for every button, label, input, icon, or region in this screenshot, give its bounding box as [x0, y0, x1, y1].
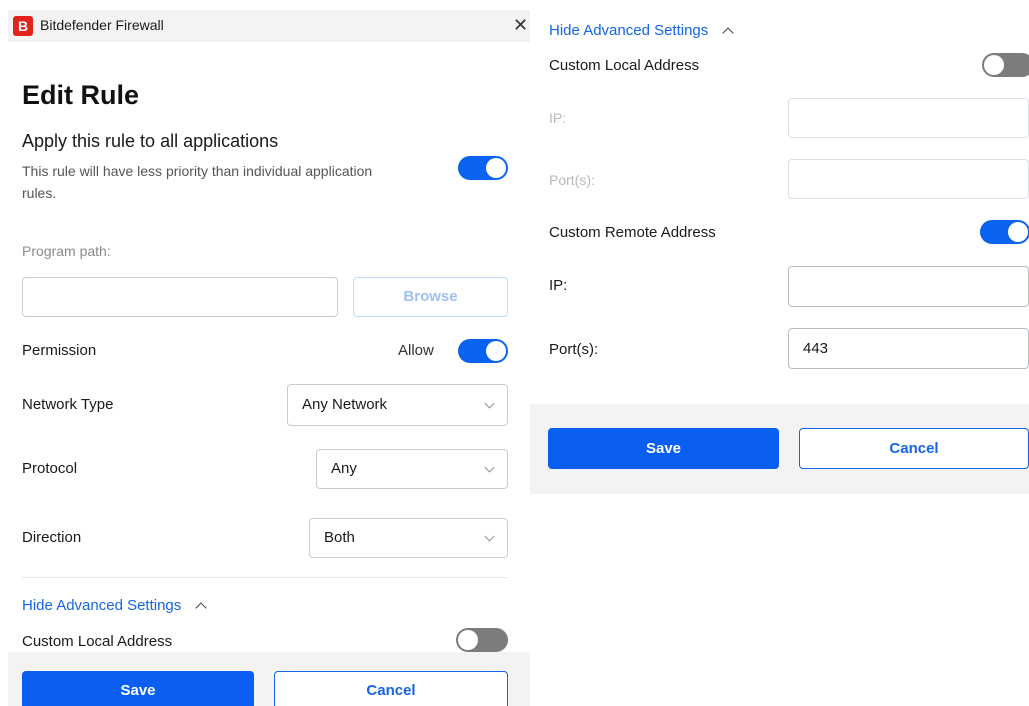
- local-ports-input[interactable]: [788, 159, 1029, 199]
- remote-ip-input[interactable]: [788, 266, 1029, 307]
- cancel-button[interactable]: Cancel: [799, 428, 1029, 469]
- program-path-input[interactable]: [22, 277, 338, 317]
- protocol-value: Any: [331, 460, 357, 477]
- hide-advanced-label: Hide Advanced Settings: [22, 597, 182, 614]
- bitdefender-logo-icon: B: [13, 16, 33, 36]
- chevron-down-icon: [484, 462, 495, 473]
- apply-all-title: Apply this rule to all applications: [22, 131, 279, 151]
- network-type-label: Network Type: [22, 396, 114, 413]
- title-bar: B Bitdefender Firewall ✕: [8, 10, 530, 42]
- browse-button[interactable]: Browse: [353, 277, 508, 317]
- network-type-value: Any Network: [302, 396, 388, 413]
- hide-advanced-label: Hide Advanced Settings: [549, 22, 709, 39]
- direction-select[interactable]: Both: [309, 518, 508, 558]
- chevron-up-icon: [722, 27, 734, 39]
- chevron-down-icon: [484, 531, 495, 542]
- toggle-knob: [984, 55, 1004, 75]
- save-button[interactable]: Save: [548, 428, 779, 469]
- cancel-button[interactable]: Cancel: [274, 671, 508, 706]
- remote-ip-label: IP:: [549, 277, 568, 294]
- local-ip-label: IP:: [549, 110, 567, 126]
- window-title: Bitdefender Firewall: [40, 17, 164, 33]
- permission-label: Permission: [22, 342, 97, 359]
- toggle-knob: [486, 341, 506, 361]
- custom-local-label: Custom Local Address: [549, 57, 700, 74]
- direction-value: Both: [324, 529, 355, 546]
- close-icon[interactable]: ✕: [513, 15, 528, 35]
- remote-ports-label: Port(s):: [549, 341, 599, 358]
- custom-remote-label: Custom Remote Address: [549, 224, 716, 241]
- advanced-settings-panel: Hide Advanced Settings Custom Local Addr…: [530, 0, 1029, 706]
- protocol-select[interactable]: Any: [316, 449, 508, 489]
- chevron-up-icon: [195, 602, 207, 614]
- local-ip-input[interactable]: [788, 98, 1029, 138]
- empty-area: [530, 494, 1029, 706]
- permission-toggle[interactable]: [458, 339, 508, 363]
- local-ports-label: Port(s):: [549, 172, 595, 188]
- chevron-down-icon: [484, 398, 495, 409]
- network-type-select[interactable]: Any Network: [287, 384, 508, 426]
- remote-ports-input[interactable]: 443: [788, 328, 1029, 369]
- toggle-knob: [1008, 222, 1028, 242]
- custom-remote-toggle[interactable]: [980, 220, 1029, 244]
- apply-all-description: This rule will have less priority than i…: [22, 163, 373, 201]
- hide-advanced-link[interactable]: Hide Advanced Settings: [22, 597, 207, 614]
- program-path-label: Program path:: [22, 243, 111, 259]
- apply-all-toggle[interactable]: [458, 156, 508, 180]
- divider: [22, 577, 508, 578]
- edit-rule-dialog: B Bitdefender Firewall ✕ Edit Rule Apply…: [0, 0, 530, 706]
- hide-advanced-link[interactable]: Hide Advanced Settings: [549, 22, 734, 39]
- toggle-knob: [458, 630, 478, 650]
- direction-label: Direction: [22, 529, 82, 546]
- toggle-knob: [486, 158, 506, 178]
- protocol-label: Protocol: [22, 460, 78, 477]
- permission-value: Allow: [398, 342, 434, 359]
- custom-local-toggle[interactable]: [456, 628, 508, 652]
- custom-local-label: Custom Local Address: [22, 633, 173, 650]
- save-button[interactable]: Save: [22, 671, 254, 706]
- custom-local-toggle[interactable]: [982, 53, 1029, 77]
- page-title: Edit Rule: [22, 80, 140, 110]
